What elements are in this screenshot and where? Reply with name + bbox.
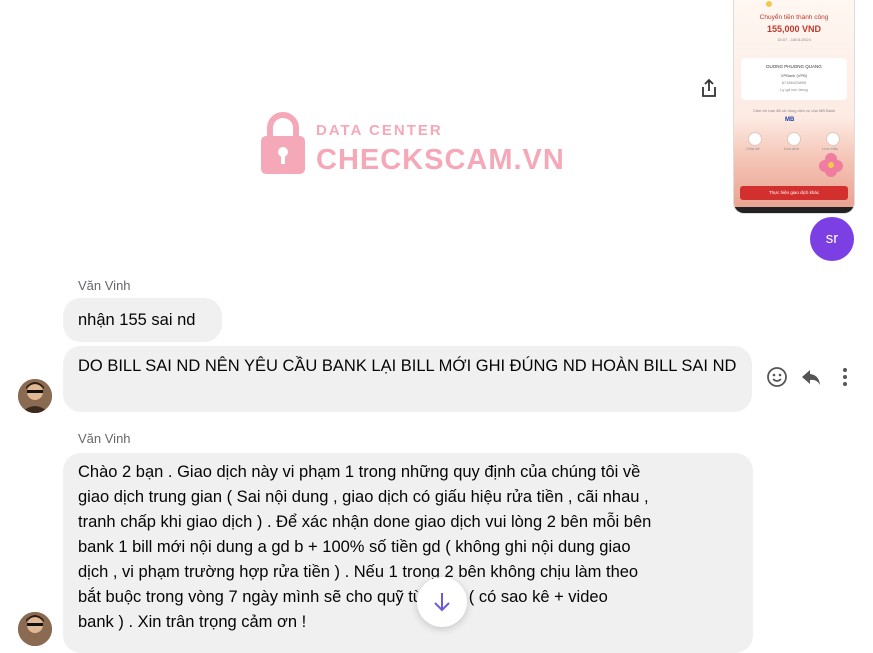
- receipt-bank: VPBank (VPB): [780, 73, 808, 78]
- message-actions: [766, 366, 856, 388]
- receipt-screenshot[interactable]: Chuyển tiền thành công 155,000 VND 15:07…: [734, 0, 854, 213]
- message-line: Chào 2 bạn . Giao dịch này vi phạm 1 tro…: [78, 463, 641, 481]
- my-avatar[interactable]: sr: [810, 217, 854, 261]
- message-bubble[interactable]: nhận 155 sai nd: [63, 298, 222, 342]
- message-line: bắt buộc trong vòng 7 ngày mình sẽ cho q…: [78, 588, 608, 606]
- phone-bottom-bar: [734, 207, 854, 213]
- emoji-icon[interactable]: [766, 366, 788, 388]
- sender-name: Văn Vinh: [78, 278, 131, 293]
- receipt-note: Ly gd von trung: [780, 87, 808, 92]
- receipt-support: Cảm ơn bạn đã sử dụng dịch vụ của MB Ban…: [752, 108, 836, 113]
- avatar-image: [18, 612, 52, 646]
- receipt-action-share: Chia sẻ: [746, 146, 760, 151]
- receipt-recipient: DUONG PHUONG QUANG: [766, 64, 822, 69]
- avatar[interactable]: [18, 379, 52, 413]
- receipt-action-save-image: Lưu ảnh: [784, 146, 799, 151]
- receipt-title: Chuyển tiền thành công: [759, 14, 829, 21]
- sender-name: Văn Vinh: [78, 431, 131, 446]
- camera-icon: [787, 132, 801, 146]
- message-line: bank ) . Xin trân trọng cảm ơn !: [78, 613, 307, 631]
- receipt-card: DUONG PHUONG QUANG VPBank (VPB) 67186425…: [741, 58, 847, 100]
- avatar[interactable]: [18, 612, 52, 646]
- message-text: Chào 2 bạn . Giao dịch này vi phạm 1 tro…: [78, 460, 748, 635]
- avatar-image: [18, 379, 52, 413]
- message-line: dịch , vi phạm trường hợp rửa tiền ) . N…: [78, 563, 639, 581]
- watermark-main-text: CHECKSCAM.VN: [316, 144, 565, 176]
- message-line: bank 1 bill mới nội dung a gd b + 100% s…: [78, 538, 631, 556]
- message-text: DO BILL SAI ND NÊN YÊU CẦU BANK LẠI BILL…: [78, 357, 737, 375]
- receipt-account: 67186425899: [781, 80, 807, 85]
- watermark-top-text: DATA CENTER: [316, 122, 443, 139]
- message-line: giao dịch trung gian ( Sai nội dung , gi…: [78, 488, 649, 506]
- reply-icon[interactable]: [800, 366, 822, 388]
- lock-icon: [261, 112, 305, 174]
- scroll-to-bottom-button[interactable]: [417, 577, 467, 627]
- share-icon: [748, 132, 762, 146]
- share-icon[interactable]: [700, 78, 718, 98]
- message-line: tranh chấp khi giao dịch ) . Để xác nhận…: [78, 513, 652, 531]
- arrow-down-icon: [434, 593, 450, 612]
- receipt-time: 15:07 - 18/01/2024: [777, 37, 811, 42]
- save-icon: [826, 132, 840, 146]
- mb-logo: MB: [785, 117, 795, 123]
- watermark: DATA CENTER CHECKSCAM.VN: [258, 108, 564, 178]
- message-bubble[interactable]: Chào 2 bạn . Giao dịch này vi phạm 1 tro…: [63, 453, 753, 653]
- receipt-amount: 155,000 VND: [766, 24, 822, 34]
- flower-icon: [819, 153, 843, 177]
- receipt-new-transaction-button: Thực hiện giao dịch khác: [740, 186, 848, 200]
- sparkle-icon: [766, 1, 772, 7]
- receipt-action-icons: [748, 132, 840, 146]
- more-options-icon[interactable]: [834, 366, 856, 388]
- message-text: nhận 155 sai nd: [78, 311, 196, 329]
- message-bubble[interactable]: DO BILL SAI ND NÊN YÊU CẦU BANK LẠI BILL…: [63, 346, 752, 412]
